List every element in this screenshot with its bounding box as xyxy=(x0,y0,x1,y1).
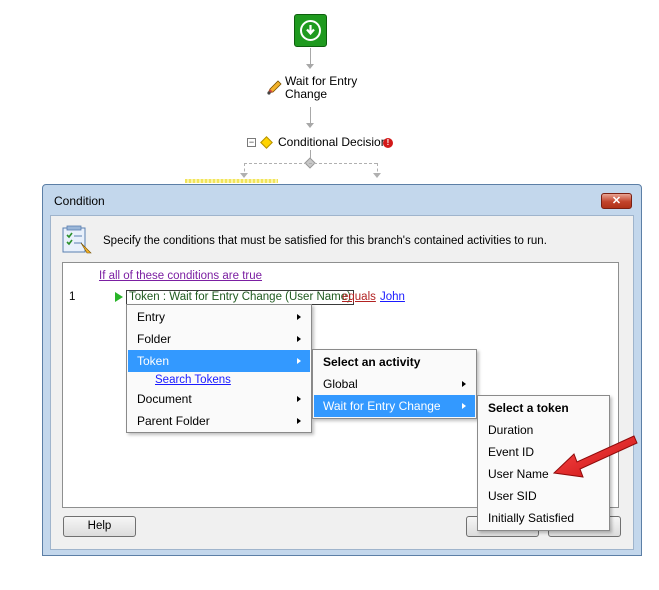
row-index: 1 xyxy=(69,291,76,303)
connector-arrow xyxy=(306,123,314,128)
close-icon: ✕ xyxy=(611,195,622,207)
selected-branch-highlight xyxy=(185,179,278,183)
menu-item-parent-folder[interactable]: Parent Folder xyxy=(128,410,310,432)
dialog-title: Condition xyxy=(54,194,105,208)
chevron-right-icon xyxy=(297,314,301,320)
activity-label-line2: Change xyxy=(285,87,328,101)
start-node[interactable] xyxy=(294,14,327,47)
help-button[interactable]: Help xyxy=(63,516,136,537)
condition-header-link[interactable]: If all of these conditions are true xyxy=(99,270,262,282)
diamond-decision-icon xyxy=(260,136,273,149)
menu-item-user-sid[interactable]: User SID xyxy=(479,485,608,507)
decision-label[interactable]: Conditional Decision xyxy=(278,136,387,149)
menu-item-wait-for-entry-change[interactable]: Wait for Entry Change xyxy=(314,395,475,417)
menu-item-entry[interactable]: Entry xyxy=(128,306,310,328)
chevron-right-icon xyxy=(297,336,301,342)
value-link[interactable]: John xyxy=(380,291,405,303)
dialog-description: Specify the conditions that must be sati… xyxy=(103,235,547,247)
menu-item-initially-satisfied[interactable]: Initially Satisfied xyxy=(479,507,608,529)
branch-line xyxy=(244,163,377,164)
menu-item-global[interactable]: Global xyxy=(314,373,475,395)
chevron-right-icon xyxy=(297,358,301,364)
token-menu-header: Select a token xyxy=(488,401,569,415)
menu-item-search-tokens[interactable]: Search Tokens xyxy=(128,369,310,389)
menu-item-label: Entry xyxy=(137,310,166,324)
close-button[interactable]: ✕ xyxy=(601,193,632,209)
menu-item-label: Folder xyxy=(137,332,172,346)
menu-item-label: Document xyxy=(137,392,192,406)
menu-item-label: Token xyxy=(137,354,170,368)
download-arrow-icon xyxy=(300,20,321,41)
pencil-icon xyxy=(267,80,282,95)
operator-link[interactable]: equals xyxy=(342,291,376,303)
menu-item-document[interactable]: Document xyxy=(128,388,310,410)
chevron-right-icon xyxy=(462,403,466,409)
chevron-right-icon xyxy=(297,418,301,424)
token-field[interactable]: Token : Wait for Entry Change (User Name… xyxy=(126,290,354,305)
search-tokens-link[interactable]: Search Tokens xyxy=(155,374,231,386)
red-arrow-icon xyxy=(552,435,638,478)
checklist-icon xyxy=(62,225,92,254)
context-menu-main: Entry Folder Token Search Tokens Documen… xyxy=(126,304,312,433)
activity-menu-header: Select an activity xyxy=(323,355,421,369)
menu-item-label: Global xyxy=(323,377,358,391)
menu-item-folder[interactable]: Folder xyxy=(128,328,310,350)
branch-arrow-left xyxy=(240,173,248,178)
error-icon: ! xyxy=(383,138,393,148)
chevron-right-icon xyxy=(462,381,466,387)
activity-wait-for-entry-change[interactable]: Wait for Entry Change xyxy=(285,75,357,101)
play-icon xyxy=(115,292,123,302)
collapse-icon[interactable]: − xyxy=(247,138,256,147)
menu-item-label: Parent Folder xyxy=(137,414,210,428)
connector-arrow xyxy=(306,64,314,69)
branch-arrow-right xyxy=(373,173,381,178)
chevron-right-icon xyxy=(297,396,301,402)
context-menu-activity: Select an activity Global Wait for Entry… xyxy=(312,349,477,419)
menu-item-label: Wait for Entry Change xyxy=(323,399,441,413)
